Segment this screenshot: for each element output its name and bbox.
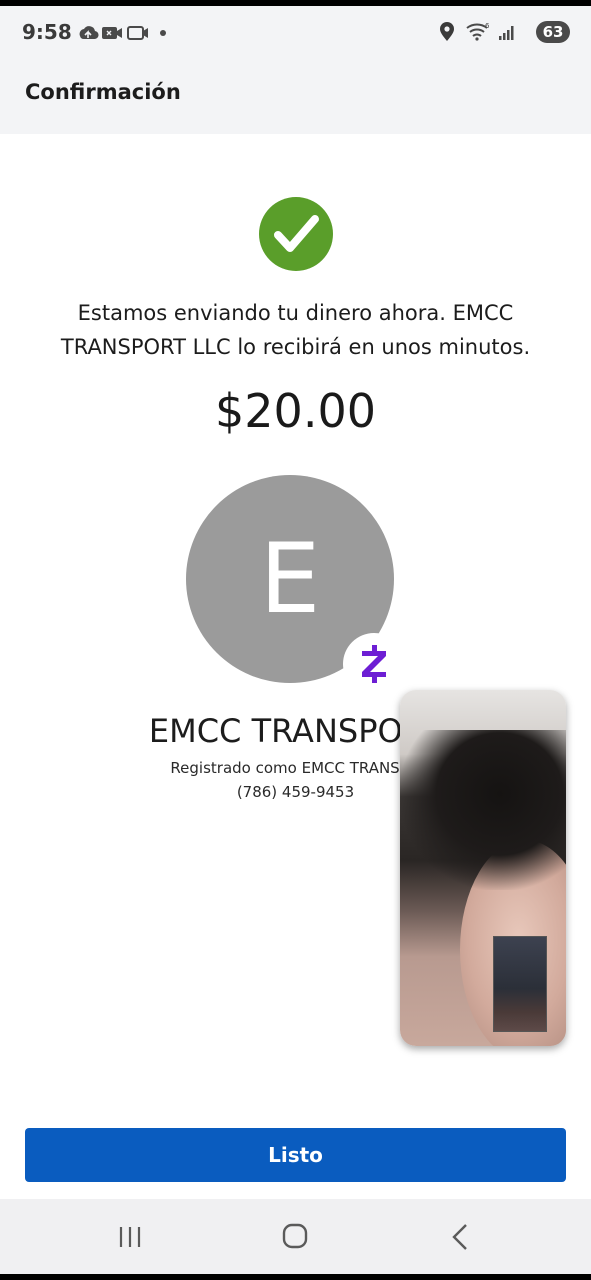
check-circle-icon — [259, 197, 333, 271]
nav-bar — [0, 1199, 591, 1274]
location-icon — [440, 22, 454, 41]
screen: 9:58 6 63 Confirmación Estamos enviando … — [0, 6, 591, 1274]
page-title: Confirmación — [25, 80, 181, 104]
remote-video-shadow — [400, 730, 566, 890]
status-bar: 9:58 6 63 — [0, 6, 591, 58]
svg-text:6: 6 — [485, 22, 490, 30]
camera-icon — [127, 26, 148, 40]
app-bar: Confirmación — [0, 58, 591, 134]
zelle-icon — [362, 645, 386, 683]
status-icons-left — [79, 26, 166, 40]
confirmation-message: Estamos enviando tu dinero ahora. EMCC T… — [60, 301, 531, 359]
signal-icon — [499, 26, 514, 40]
recent-apps-icon[interactable] — [110, 1221, 150, 1253]
video-call-preview[interactable] — [400, 690, 566, 1046]
amount: $20.00 — [215, 384, 376, 438]
dot-icon — [160, 30, 166, 36]
status-icons-right: 6 — [440, 22, 514, 41]
done-button[interactable]: Listo — [25, 1128, 566, 1182]
wifi-icon: 6 — [466, 22, 490, 41]
home-icon[interactable] — [275, 1221, 315, 1253]
cloud-upload-icon — [79, 26, 99, 40]
back-icon[interactable] — [441, 1221, 481, 1253]
video-call-icon — [102, 27, 122, 39]
zelle-badge — [343, 633, 405, 695]
battery-indicator: 63 — [536, 21, 570, 43]
status-time: 9:58 — [22, 20, 72, 44]
self-video-thumbnail[interactable] — [493, 936, 547, 1032]
